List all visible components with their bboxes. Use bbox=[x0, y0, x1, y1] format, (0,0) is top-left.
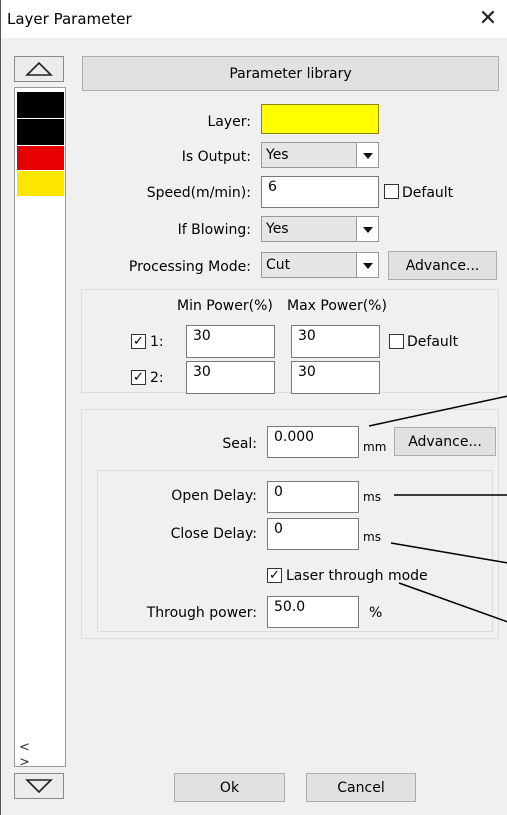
annotation-lines bbox=[368, 395, 507, 623]
ok-button[interactable]: Ok bbox=[174, 773, 285, 802]
cancel-button[interactable]: Cancel bbox=[306, 773, 416, 802]
layer-parameter-dialog: Layer Parameter ✕ < > Parameter library … bbox=[0, 0, 507, 815]
